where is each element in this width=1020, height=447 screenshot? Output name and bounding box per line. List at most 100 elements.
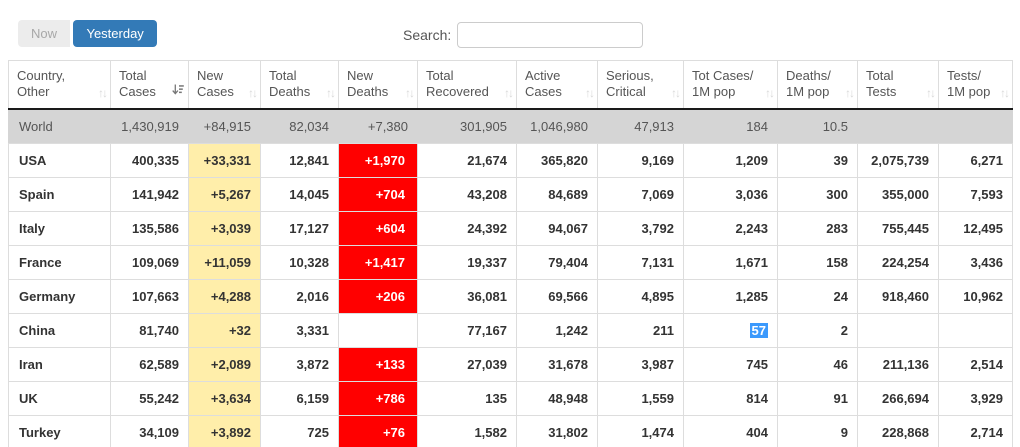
cell-total-tests [858,109,939,144]
cell-new-deaths: +1,970 [339,143,418,177]
cell-total-deaths: 2,016 [261,279,339,313]
cell-active-cases: 365,820 [517,143,598,177]
sort-icon: ↑↓ [845,86,853,100]
country-row: Turkey34,109+3,892725+761,58231,8021,474… [9,415,1013,447]
sort-icon: ↑↓ [98,86,106,100]
cell-country: Spain [9,177,111,211]
country-link[interactable]: UK [19,391,38,406]
cell-total-deaths: 3,331 [261,313,339,347]
column-header-total-cases[interactable]: Total Cases [111,61,189,109]
column-label: Total Recovered [426,68,489,100]
cell-active-cases: 48,948 [517,381,598,415]
yesterday-button[interactable]: Yesterday [73,20,156,47]
cell-total-tests: 755,445 [858,211,939,245]
cell-new-deaths: +133 [339,347,418,381]
cell-deaths-per-1m: 9 [778,415,858,447]
column-header-serious-critical[interactable]: Serious, Critical↑↓ [598,61,684,109]
cell-tests-per-1m: 6,271 [939,143,1013,177]
column-header-total-tests[interactable]: Total Tests↑↓ [858,61,939,109]
column-label: Active Cases [525,68,562,100]
cell-total-recovered: 24,392 [418,211,517,245]
cell-total-recovered: 19,337 [418,245,517,279]
cell-tests-per-1m: 7,593 [939,177,1013,211]
cell-tests-per-1m: 3,929 [939,381,1013,415]
cell-new-deaths: +704 [339,177,418,211]
column-header-tests-per-1m[interactable]: Tests/ 1M pop↑↓ [939,61,1013,109]
cell-country: UK [9,381,111,415]
cell-country: Italy [9,211,111,245]
cell-deaths-per-1m: 300 [778,177,858,211]
column-header-new-deaths[interactable]: New Deaths↑↓ [339,61,418,109]
sort-icon: ↑↓ [765,86,773,100]
cell-serious-critical: 9,169 [598,143,684,177]
sort-icon: ↑↓ [248,86,256,100]
cell-total-cases: 1,430,919 [111,109,189,144]
cell-new-deaths: +76 [339,415,418,447]
country-link[interactable]: Italy [19,221,45,236]
country-link[interactable]: Germany [19,289,75,304]
cell-total-deaths: 14,045 [261,177,339,211]
country-link[interactable]: Spain [19,187,54,202]
cell-total-deaths: 10,328 [261,245,339,279]
cell-tests-per-1m: 2,714 [939,415,1013,447]
cell-total-tests: 211,136 [858,347,939,381]
cell-total-tests: 228,868 [858,415,939,447]
column-header-new-cases[interactable]: New Cases↑↓ [189,61,261,109]
search-input[interactable] [457,22,643,48]
column-label: Country, Other [17,68,65,100]
selected-text: 57 [750,323,768,338]
cell-serious-critical: 3,987 [598,347,684,381]
cell-country: Germany [9,279,111,313]
cell-country: Turkey [9,415,111,447]
now-button[interactable]: Now [18,20,70,47]
cell-deaths-per-1m: 39 [778,143,858,177]
column-header-total-deaths[interactable]: Total Deaths↑↓ [261,61,339,109]
cell-country: Iran [9,347,111,381]
cell-serious-critical: 4,895 [598,279,684,313]
country-link[interactable]: Turkey [19,425,61,440]
cell-tot-cases-per-1m: 184 [684,109,778,144]
country-row: UK55,242+3,6346,159+78613548,9481,559814… [9,381,1013,415]
cell-tot-cases-per-1m: 1,671 [684,245,778,279]
cell-tot-cases-per-1m: 2,243 [684,211,778,245]
column-label: Tests/ 1M pop [947,68,990,100]
column-header-total-recovered[interactable]: Total Recovered↑↓ [418,61,517,109]
country-link[interactable]: China [19,323,55,338]
cell-total-deaths: 6,159 [261,381,339,415]
cell-tot-cases-per-1m: 3,036 [684,177,778,211]
cell-serious-critical: 3,792 [598,211,684,245]
column-label: Serious, Critical [606,68,654,100]
cell-new-cases: +33,331 [189,143,261,177]
cell-country: USA [9,143,111,177]
cell-serious-critical: 1,559 [598,381,684,415]
cell-total-tests: 918,460 [858,279,939,313]
cell-total-tests: 266,694 [858,381,939,415]
cell-total-deaths: 725 [261,415,339,447]
column-label: Total Tests [866,68,896,100]
country-link[interactable]: Iran [19,357,43,372]
cell-active-cases: 79,404 [517,245,598,279]
cell-active-cases: 94,067 [517,211,598,245]
column-header-tot-cases-per-1m[interactable]: Tot Cases/ 1M pop↑↓ [684,61,778,109]
cell-total-recovered: 301,905 [418,109,517,144]
country-link[interactable]: France [19,255,62,270]
country-row: USA400,335+33,33112,841+1,97021,674365,8… [9,143,1013,177]
column-header-country[interactable]: Country, Other ↑↓ [9,61,111,109]
cell-total-recovered: 1,582 [418,415,517,447]
country-row: Iran62,589+2,0893,872+13327,03931,6783,9… [9,347,1013,381]
cell-serious-critical: 7,069 [598,177,684,211]
column-header-active-cases[interactable]: Active Cases ↑↓ [517,61,598,109]
cell-tot-cases-per-1m: 57 [684,313,778,347]
search-group: Search: [403,22,643,48]
sort-icon: ↑↓ [585,86,593,100]
column-label: Deaths/ 1M pop [786,68,831,100]
cell-new-deaths: +1,417 [339,245,418,279]
cell-tests-per-1m [939,109,1013,144]
cell-tot-cases-per-1m: 1,285 [684,279,778,313]
country-link[interactable]: USA [19,153,46,168]
column-header-deaths-per-1m[interactable]: Deaths/ 1M pop ↑↓ [778,61,858,109]
cell-tests-per-1m: 12,495 [939,211,1013,245]
cell-total-cases: 107,663 [111,279,189,313]
cell-deaths-per-1m: 91 [778,381,858,415]
covid-stats-table: Country, Other↑↓Total CasesNew Cases↑↓To… [8,60,1013,447]
